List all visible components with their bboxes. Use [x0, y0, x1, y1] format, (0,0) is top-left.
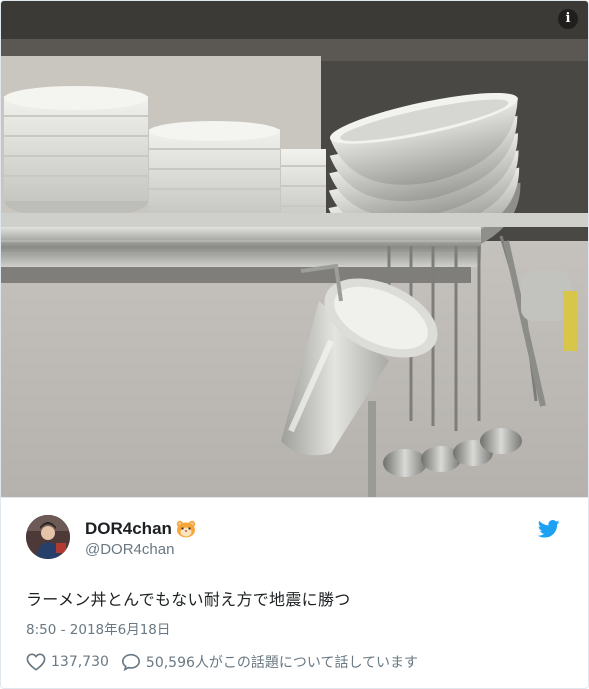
heart-icon: [26, 653, 46, 671]
display-name[interactable]: DOR4chan: [85, 519, 172, 539]
conversation-link[interactable]: 50,596人がこの話題について話しています: [121, 652, 418, 672]
tweet-embed-card: i DOR4chan @DOR4chan ラーメン丼とんでもない耐え方で地震に勝…: [0, 0, 589, 689]
plate-stack-right: [281, 149, 326, 221]
speech-bubble-icon: [121, 653, 140, 671]
plate-stack-left: [4, 86, 148, 219]
like-count: 137,730: [51, 654, 109, 670]
tweet-actions: 137,730 50,596人がこの話題について話しています: [26, 652, 418, 672]
tweet-body: DOR4chan @DOR4chan ラーメン丼とんでもない耐え方で地震に勝つ …: [1, 497, 588, 688]
kitchen-shelf-photo: [1, 1, 588, 497]
avatar[interactable]: [26, 515, 70, 559]
tweet-timestamp[interactable]: 8:50 - 2018年6月18日: [26, 618, 170, 638]
conversation-text: 50,596人がこの話題について話しています: [145, 655, 419, 671]
tweet-text: ラーメン丼とんでもない耐え方で地震に勝つ: [26, 590, 351, 609]
twitter-bird-icon[interactable]: [537, 520, 560, 538]
user-handle[interactable]: @DOR4chan: [85, 541, 196, 558]
info-icon[interactable]: i: [558, 9, 578, 29]
like-button[interactable]: 137,730: [26, 653, 109, 671]
tweet-photo[interactable]: i: [1, 1, 588, 497]
author-names[interactable]: DOR4chan @DOR4chan: [85, 518, 196, 558]
hamster-face-icon: [176, 520, 196, 538]
